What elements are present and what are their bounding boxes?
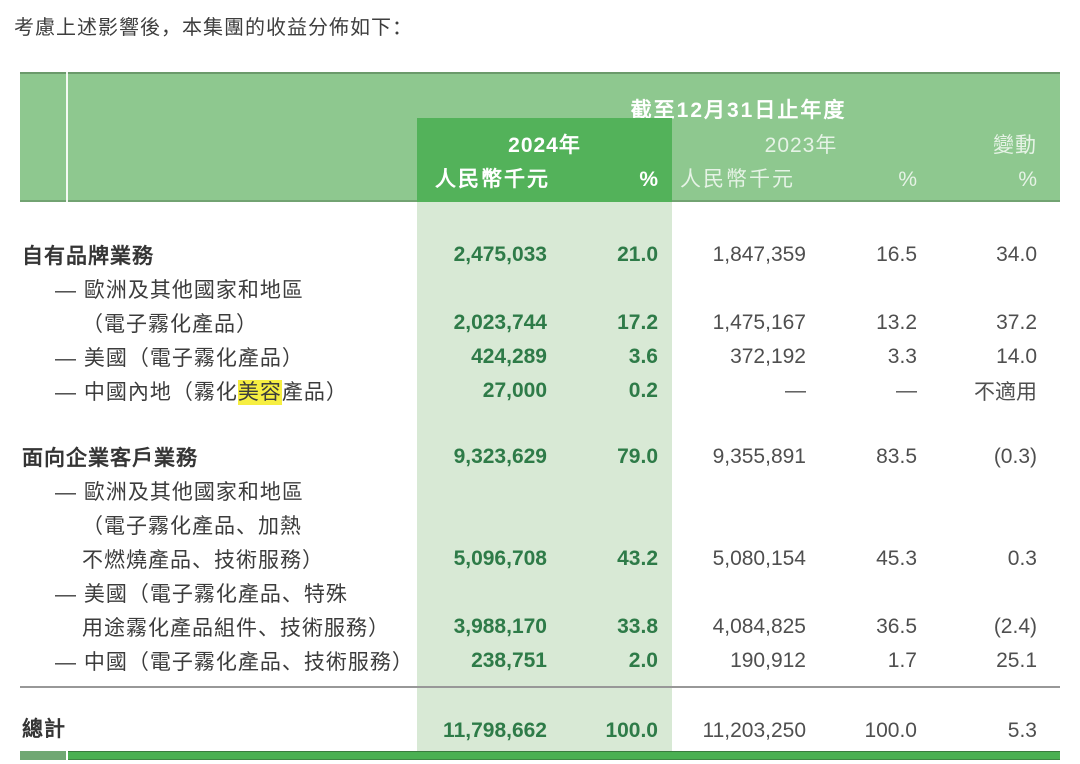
table-row: 自有品牌業務 2,475,033 21.0 1,847,359 16.5 34.… [20,238,1060,272]
table-row: — 歐洲及其他國家和地區 [20,474,1060,508]
change-value: 14.0 [930,345,1060,369]
pct-2024: 21.0 [567,243,672,267]
value-2023: 9,355,891 [672,445,820,469]
total-value-2024: 11,798,662 [417,719,567,743]
pct-2023: 45.3 [820,547,930,571]
pct-2023: 13.2 [820,311,930,335]
total-value-2023: 11,203,250 [672,719,820,743]
table-row: — 中國（電子霧化產品、技術服務） 238,751 2.0 190,912 1.… [20,644,1060,678]
change-value: 25.1 [930,649,1060,673]
pct-2024: 33.8 [567,615,672,639]
value-2023: 1,475,167 [672,311,820,335]
value-2024: 3,988,170 [417,615,567,639]
pct-2024: 43.2 [567,547,672,571]
row-label: 不燃燒產品、技術服務） [20,544,417,574]
row-label: （電子霧化產品） [20,308,417,338]
pct-2024: 3.6 [567,345,672,369]
row-label: — 歐洲及其他國家和地區 [20,476,417,506]
year-2024-header: 2024年 [417,132,672,160]
table-row: （電子霧化產品、加熱 [20,508,1060,542]
pct-2023-header: % [820,166,930,194]
value-2024: 2,475,033 [417,243,567,267]
row-label: 用途霧化產品組件、技術服務） [20,612,417,642]
pct-2024: 17.2 [567,311,672,335]
table-row: — 美國（電子霧化產品） 424,289 3.6 372,192 3.3 14.… [20,340,1060,374]
table-row: （電子霧化產品） 2,023,744 17.2 1,475,167 13.2 3… [20,306,1060,340]
row-label: — 美國（電子霧化產品） [20,342,417,372]
revenue-table: 截至12月31日止年度 2024年 2023年 變動 人民幣千元 % 人民幣千元… [20,72,1060,760]
bottom-bar-left-segment [20,751,66,760]
label-post: 產品） [282,381,348,404]
total-row: 總計 11,798,662 100.0 11,203,250 100.0 5.3 [20,688,1060,751]
row-label: （電子霧化產品、加熱 [20,510,417,540]
value-2023: 190,912 [672,649,820,673]
change-value: (0.3) [930,445,1060,469]
value-2023: 4,084,825 [672,615,820,639]
value-2024: 9,323,629 [417,445,567,469]
intro-sentence: 考慮上述影響後，本集團的收益分佈如下： [14,11,1064,40]
table-bottom-bar [20,751,1060,760]
table-row: — 美國（電子霧化產品、特殊 [20,576,1060,610]
value-2023: 1,847,359 [672,243,820,267]
pct-2023: 3.3 [820,345,930,369]
change-value: 37.2 [930,311,1060,335]
pct-2024: 2.0 [567,649,672,673]
pct-2023: 1.7 [820,649,930,673]
value-2024: 27,000 [417,379,567,403]
pct-change-header: % [930,166,1060,194]
value-2024: 424,289 [417,345,567,369]
change-value: 不適用 [930,376,1060,406]
bottom-bar-divider [66,751,68,760]
table-row: — 歐洲及其他國家和地區 [20,272,1060,306]
header-left-divider [66,72,68,202]
value-2023: — [672,379,820,403]
value-2023: 5,080,154 [672,547,820,571]
value-2024: 2,023,744 [417,311,567,335]
pct-2024: 0.2 [567,379,672,403]
table-header-band: 截至12月31日止年度 2024年 2023年 變動 人民幣千元 % 人民幣千元… [20,72,1060,202]
row-label: — 歐洲及其他國家和地區 [20,274,417,304]
pct-2024: 79.0 [567,445,672,469]
total-pct-2024: 100.0 [567,719,672,743]
row-label: 自有品牌業務 [20,240,417,270]
change-header: 變動 [930,132,1060,160]
total-pct-2023: 100.0 [820,719,930,743]
table-body: 自有品牌業務 2,475,033 21.0 1,847,359 16.5 34.… [20,202,1060,678]
row-label: — 中國內地（霧化美容產品） [20,376,417,406]
table-row: 用途霧化產品組件、技術服務） 3,988,170 33.8 4,084,825 … [20,610,1060,644]
total-change-value: 5.3 [930,719,1060,743]
change-value: (2.4) [930,615,1060,639]
label-pre: — 中國內地（霧化 [55,381,238,404]
row-label: — 中國（電子霧化產品、技術服務） [20,646,417,676]
pct-2023: 83.5 [820,445,930,469]
label-highlighted: 美容 [238,380,282,405]
year-2023-header: 2023年 [672,132,930,160]
total-label: 總計 [20,713,417,743]
value-2024: 238,751 [417,649,567,673]
change-value: 34.0 [930,243,1060,267]
pct-2024-header: % [567,166,672,194]
change-value: 0.3 [930,547,1060,571]
table-row: 不燃燒產品、技術服務） 5,096,708 43.2 5,080,154 45.… [20,542,1060,576]
row-label: 面向企業客戶業務 [20,442,417,472]
value-2023: 372,192 [672,345,820,369]
pct-2023: 36.5 [820,615,930,639]
table-row: 面向企業客戶業務 9,323,629 79.0 9,355,891 83.5 (… [20,440,1060,474]
table-row: — 中國內地（霧化美容產品） 27,000 0.2 — — 不適用 [20,374,1060,408]
value-2024: 5,096,708 [417,547,567,571]
pct-2023: — [820,379,930,403]
row-label: — 美國（電子霧化產品、特殊 [20,578,417,608]
pct-2023: 16.5 [820,243,930,267]
